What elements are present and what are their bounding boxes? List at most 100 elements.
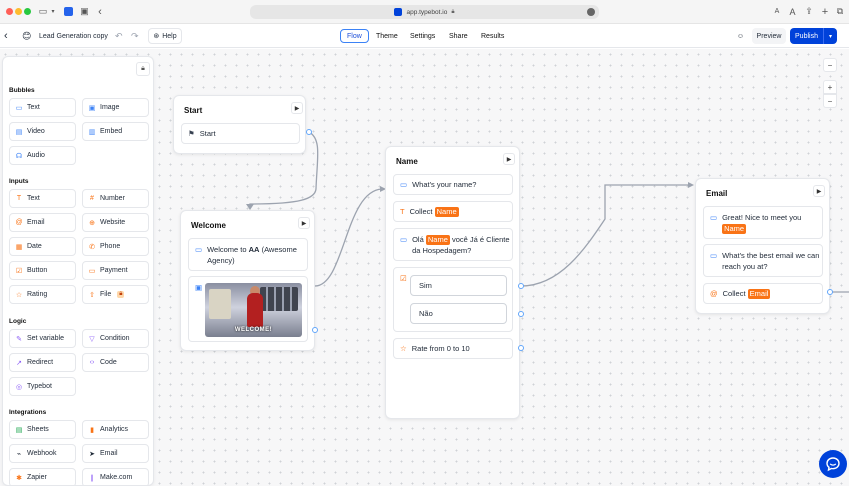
sidebar-item-button[interactable]: ☑ Button xyxy=(9,261,76,280)
group-welcome[interactable]: Welcome ▶ ▭ Welcome to AA (Awesome Agenc… xyxy=(180,210,315,351)
choice-item[interactable]: Não xyxy=(410,303,507,324)
sidebar-item-phone[interactable]: ✆ Phone xyxy=(82,237,149,256)
tab-overview-icon[interactable]: ⧉ xyxy=(835,5,845,18)
text-bubble-block[interactable]: ▭ Welcome to AA (Awesome Agency) xyxy=(188,238,308,271)
choice-item[interactable]: Sim xyxy=(410,275,507,296)
sidebar-item-label: Payment xyxy=(100,267,128,274)
sidebar-item-rating[interactable]: ☆ Rating xyxy=(9,285,76,304)
group-email[interactable]: Email ▶ ▭ Great! Nice to meet you Name ▭… xyxy=(695,178,830,314)
reader-icon[interactable]: ▣ xyxy=(79,5,90,18)
sidebar-item-label: Text xyxy=(27,195,40,202)
typebot-title[interactable]: Lead Generation copy xyxy=(39,28,108,44)
sidebar-item-audio[interactable]: ☊ Audio xyxy=(9,146,76,165)
sidebar-item-make[interactable]: ∥ Make.com xyxy=(82,468,149,485)
play-icon[interactable]: ▶ xyxy=(298,217,310,229)
sidebar-item-file[interactable]: ⇧ File 🔒︎ xyxy=(82,285,149,304)
lock-sidebar-icon[interactable]: 🔒︎ xyxy=(136,62,150,76)
sidebar-item-date[interactable]: ▦ Date xyxy=(9,237,76,256)
sidebar-item-website[interactable]: ⊕ Website xyxy=(82,213,149,232)
text-bubble-block[interactable]: ▭ Great! Nice to meet you Name xyxy=(703,206,823,239)
font-larger-button[interactable]: A xyxy=(788,5,797,18)
text-bubble-block[interactable]: ▭ What's your name? xyxy=(393,174,513,195)
welcome-output-port[interactable] xyxy=(312,327,318,333)
sidebar-item-text-input[interactable]: T Text xyxy=(9,189,76,208)
zoom-out-button[interactable]: − xyxy=(823,94,837,108)
text-bubble-block[interactable]: ▭ Olá Name você Já é Cliente da Hospedag… xyxy=(393,228,513,261)
sidebar-item-number[interactable]: # Number xyxy=(82,189,149,208)
checkbox-icon: ☑ xyxy=(15,267,23,275)
chat-bubble-icon: ▭ xyxy=(400,180,408,189)
support-chat-button[interactable] xyxy=(819,450,847,478)
play-icon[interactable]: ▶ xyxy=(503,153,515,165)
sidebar-item-analytics[interactable]: ▮ Analytics xyxy=(82,420,149,439)
sidebar-item-code[interactable]: ‹› Code xyxy=(82,353,149,372)
start-output-port[interactable] xyxy=(306,129,312,135)
sidebar-item-payment[interactable]: ▭ Payment xyxy=(82,261,149,280)
tab-flow[interactable]: Flow xyxy=(340,29,369,43)
sidebar-item-typebot[interactable]: ◎ Typebot xyxy=(9,377,76,396)
publish-button[interactable]: Publish xyxy=(790,28,823,44)
zoom-fit-button[interactable]: − xyxy=(823,58,837,72)
back-arrow-icon[interactable]: ‹ xyxy=(4,28,8,44)
rating-output-port[interactable] xyxy=(518,345,524,351)
sidebar-item-email-integration[interactable]: ➤ Email xyxy=(82,444,149,463)
new-tab-icon[interactable]: + xyxy=(820,5,830,18)
sidebar-item-label: Analytics xyxy=(100,426,129,433)
section-bubbles: Bubbles xyxy=(9,87,35,94)
rating-input-block[interactable]: ☆ Rate from 0 to 10 xyxy=(393,338,513,359)
preview-button[interactable]: Preview xyxy=(752,28,786,44)
sidebar-item-redirect[interactable]: ↗ Redirect xyxy=(9,353,76,372)
video-icon: ▤ xyxy=(15,128,23,136)
sidebar-toggle-icon[interactable]: ▭ xyxy=(37,5,49,18)
tab-share[interactable]: Share xyxy=(443,29,474,43)
sidebar-item-video[interactable]: ▤ Video xyxy=(9,122,76,141)
minimize-window-button[interactable] xyxy=(15,8,22,15)
zoom-in-button[interactable]: + xyxy=(823,80,837,94)
redo-icon[interactable]: ↷ xyxy=(131,28,139,44)
url-bar[interactable]: app.typebot.io 🔒︎ xyxy=(250,5,599,19)
help-button[interactable]: ⊛ Help xyxy=(148,28,182,44)
start-block[interactable]: ⚑ Start xyxy=(181,123,300,144)
choice-sim-output-port[interactable] xyxy=(518,283,524,289)
font-smaller-button[interactable]: A xyxy=(773,5,781,18)
sidebar-item-embed[interactable]: ▥ Embed xyxy=(82,122,149,141)
sidebar-item-image[interactable]: ▣ Image xyxy=(82,98,149,117)
lock-icon: 🔒︎ xyxy=(451,8,455,15)
text-input-block[interactable]: T Collect Name xyxy=(393,201,513,222)
close-window-button[interactable] xyxy=(6,8,13,15)
collaborators-icon[interactable]: ☺ xyxy=(733,28,748,44)
text-bubble-block[interactable]: ▭ What's the best email we can reach you… xyxy=(703,244,823,277)
tab-results[interactable]: Results xyxy=(475,29,510,43)
welcome-text-prefix: Welcome to xyxy=(207,245,249,254)
sidebar-item-text-bubble[interactable]: ▭ Text xyxy=(9,98,76,117)
sidebar-item-set-variable[interactable]: ✎ Set variable xyxy=(9,329,76,348)
share-icon[interactable]: ⇪ xyxy=(804,5,814,18)
tab-settings[interactable]: Settings xyxy=(404,29,441,43)
maximize-window-button[interactable] xyxy=(24,8,31,15)
gif-poster xyxy=(209,289,231,319)
sidebar-item-label: Rating xyxy=(27,291,48,298)
reload-icon[interactable] xyxy=(587,8,595,16)
email-input-block[interactable]: @ Collect Email xyxy=(703,283,823,304)
group-start[interactable]: Start ▶ ⚑ Start xyxy=(173,95,306,154)
webhook-icon: ⌁ xyxy=(16,450,22,458)
sidebar-item-webhook[interactable]: ⌁ Webhook xyxy=(9,444,76,463)
chevron-down-icon[interactable]: ▾ xyxy=(50,5,56,18)
group-name[interactable]: Name ▶ ▭ What's your name? T Collect Nam… xyxy=(385,146,520,419)
undo-icon[interactable]: ↶ xyxy=(115,28,123,44)
sidebar-item-email[interactable]: @ Email xyxy=(9,213,76,232)
play-icon[interactable]: ▶ xyxy=(813,185,825,197)
sidebar-item-condition[interactable]: ▽ Condition xyxy=(82,329,149,348)
at-sign-icon: @ xyxy=(710,289,718,298)
extension-icon[interactable] xyxy=(63,5,74,18)
sidebar-item-sheets[interactable]: ▤ Sheets xyxy=(9,420,76,439)
play-icon[interactable]: ▶ xyxy=(291,102,303,114)
gif-caption: WELCOME! xyxy=(234,327,273,333)
choice-nao-output-port[interactable] xyxy=(518,311,524,317)
back-icon[interactable]: ‹ xyxy=(95,5,105,18)
flag-icon: ⚑ xyxy=(188,129,195,138)
sidebar-item-zapier[interactable]: ✱ Zapier xyxy=(9,468,76,485)
publish-options-chevron-icon[interactable]: ▾ xyxy=(823,28,837,44)
tab-theme[interactable]: Theme xyxy=(370,29,404,43)
email-output-port[interactable] xyxy=(827,289,833,295)
